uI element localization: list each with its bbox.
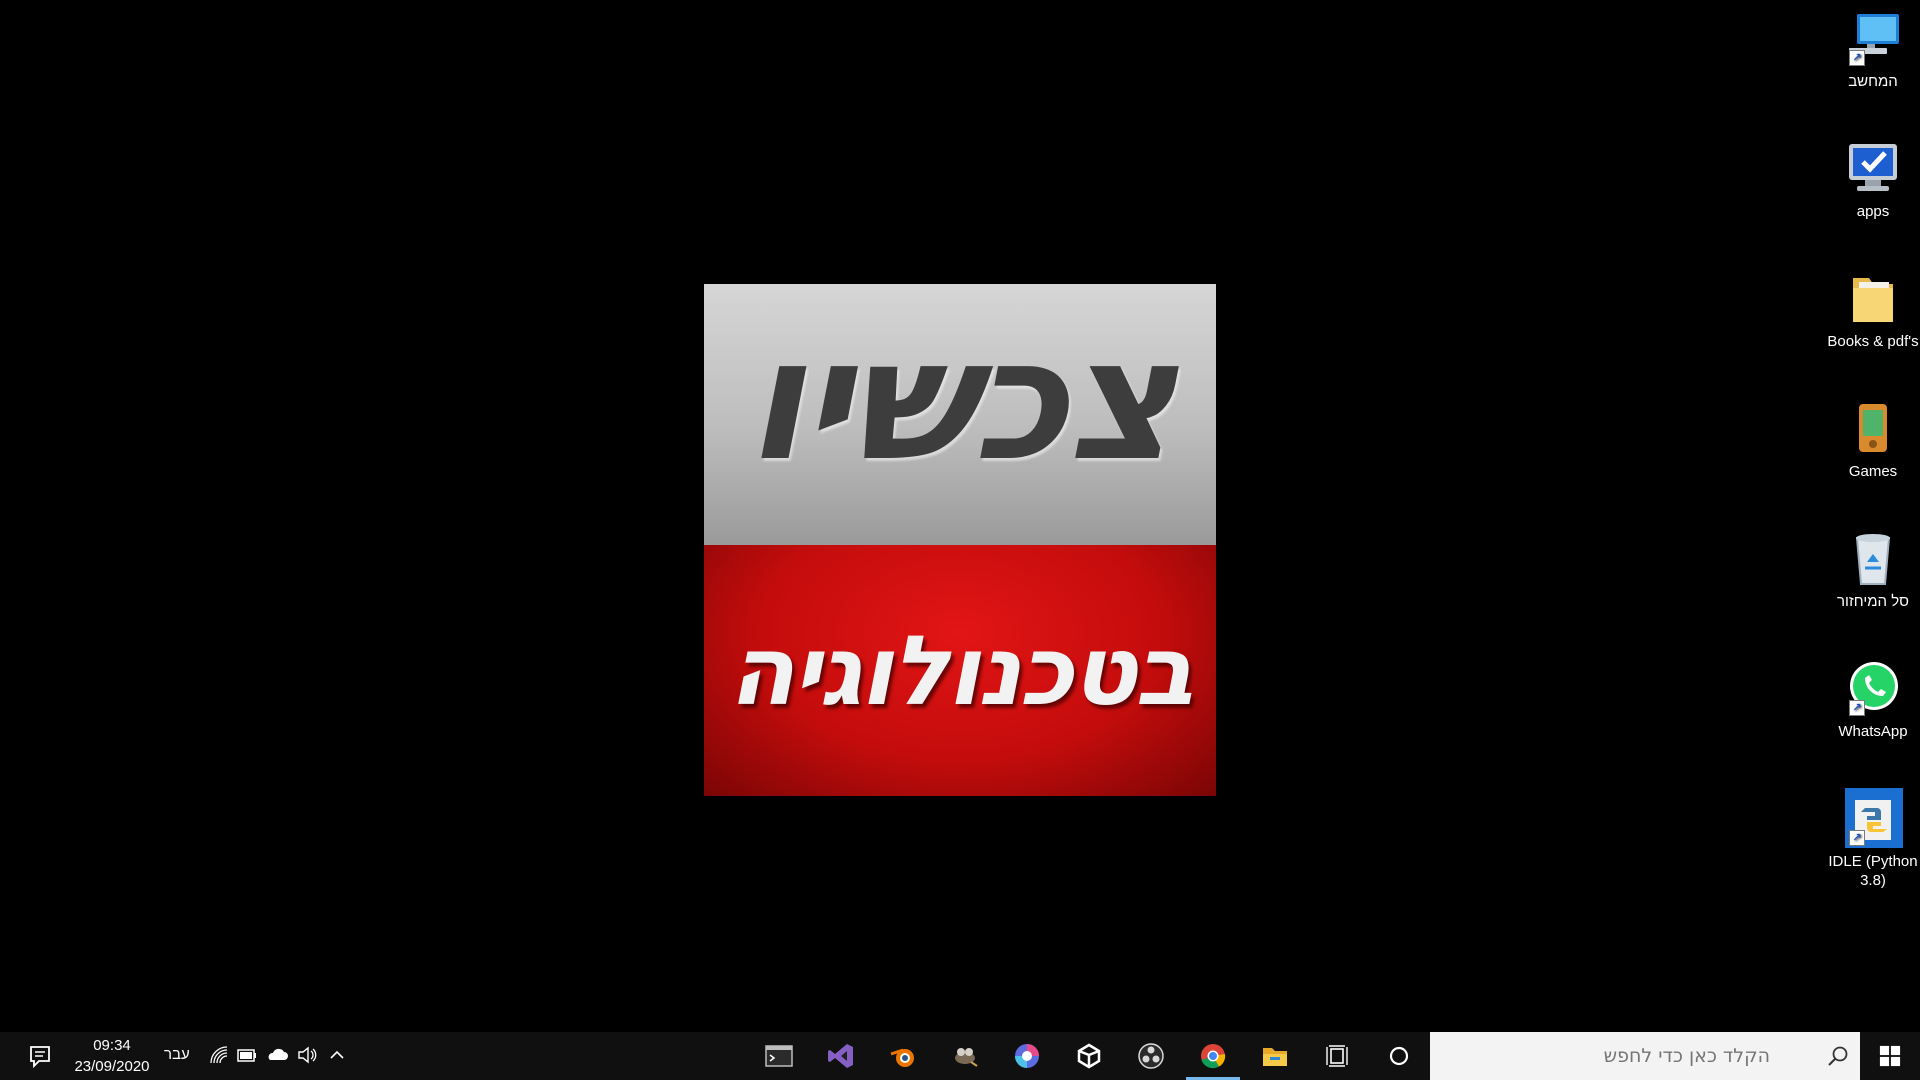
taskbar-app-terminal[interactable] xyxy=(748,1032,810,1080)
desktop-icon-idle[interactable]: ↗ IDLE (Python 3.8) xyxy=(1820,788,1920,890)
taskbar-app-gimp[interactable] xyxy=(934,1032,996,1080)
blender-icon xyxy=(890,1048,914,1067)
task-view-icon xyxy=(1326,1045,1348,1067)
show-hidden-icons-button[interactable] xyxy=(326,1044,348,1066)
wallpaper-top-text: צכשיו xyxy=(746,302,1176,498)
taskbar-app-blender[interactable] xyxy=(872,1032,934,1080)
start-button[interactable] xyxy=(1860,1032,1920,1080)
taskbar-clock[interactable]: 09:34 23/09/2020 xyxy=(66,1035,158,1077)
battery-icon[interactable] xyxy=(236,1044,258,1066)
cortana-icon xyxy=(1389,1046,1409,1066)
wallpaper-logo: צכשיו בטכנולוגיה xyxy=(704,284,1216,796)
desktop-icon-label: המחשב xyxy=(1848,73,1898,90)
windows-logo-icon xyxy=(1879,1045,1901,1067)
chrome-icon xyxy=(1201,1044,1226,1069)
folder-icon xyxy=(1853,278,1893,322)
desktop-icon-games[interactable]: Games xyxy=(1820,398,1920,481)
wallpaper-bottom-text: בטכנולוגיה xyxy=(728,615,1194,727)
search-icon xyxy=(1828,1046,1848,1066)
taskbar-search-box[interactable] xyxy=(1430,1032,1860,1080)
terminal-icon xyxy=(765,1045,793,1067)
taskbar-app-unity[interactable] xyxy=(1058,1032,1120,1080)
unity-icon xyxy=(1077,1043,1101,1069)
wallpaper-logo-top: צכשיו xyxy=(704,284,1216,545)
volume-icon[interactable] xyxy=(296,1044,318,1066)
language-indicator[interactable]: עבר xyxy=(164,1046,190,1063)
taskbar-app-visual-studio[interactable] xyxy=(810,1032,872,1080)
notification-icon xyxy=(30,1046,50,1069)
desktop-icon-whatsapp[interactable]: ↗ WhatsApp xyxy=(1820,658,1920,741)
clock-date: 23/09/2020 xyxy=(74,1058,150,1075)
desktop-icon-label: apps xyxy=(1856,203,1890,220)
monitor-check-icon xyxy=(1849,144,1897,191)
action-center-button[interactable] xyxy=(10,1032,70,1080)
taskbar-app-obs[interactable] xyxy=(1120,1032,1182,1080)
taskbar-app-chrome[interactable] xyxy=(1182,1032,1244,1080)
desktop-icon-recycle-bin[interactable]: סל המיחזור xyxy=(1820,528,1920,611)
taskbar-app-file-explorer[interactable] xyxy=(1244,1032,1306,1080)
file-explorer-icon xyxy=(1263,1048,1287,1066)
krita-icon xyxy=(1015,1044,1039,1068)
desktop-icon-label: WhatsApp xyxy=(1838,723,1908,740)
network-icon[interactable] xyxy=(208,1044,230,1066)
games-folder-icon xyxy=(1859,404,1887,452)
wallpaper-logo-bottom: בטכנולוגיה xyxy=(704,545,1216,796)
search-input[interactable] xyxy=(1430,1032,1790,1080)
desktop-icon-label: Books & pdf's xyxy=(1827,333,1919,350)
visual-studio-icon xyxy=(828,1044,853,1068)
desktop-icon-apps[interactable]: apps xyxy=(1820,138,1920,221)
desktop-icon-label: Games xyxy=(1848,463,1898,480)
desktop-icon-books[interactable]: Books & pdf's xyxy=(1820,268,1920,351)
onedrive-icon[interactable] xyxy=(266,1044,288,1066)
desktop-icon-label: IDLE (Python 3.8) xyxy=(1828,853,1918,889)
taskbar-app-krita[interactable] xyxy=(996,1032,1058,1080)
taskbar: 09:34 23/09/2020 עבר xyxy=(0,1032,1920,1080)
recycle-bin-icon xyxy=(1855,534,1891,585)
cortana-button[interactable] xyxy=(1368,1032,1430,1080)
gimp-icon xyxy=(955,1048,978,1067)
task-view-button[interactable] xyxy=(1306,1032,1368,1080)
clock-time: 09:34 xyxy=(93,1037,131,1054)
obs-icon xyxy=(1138,1043,1164,1069)
desktop-icon-label: סל המיחזור xyxy=(1837,593,1909,610)
desktop-icon-this-pc[interactable]: ↗ המחשב xyxy=(1820,8,1920,91)
